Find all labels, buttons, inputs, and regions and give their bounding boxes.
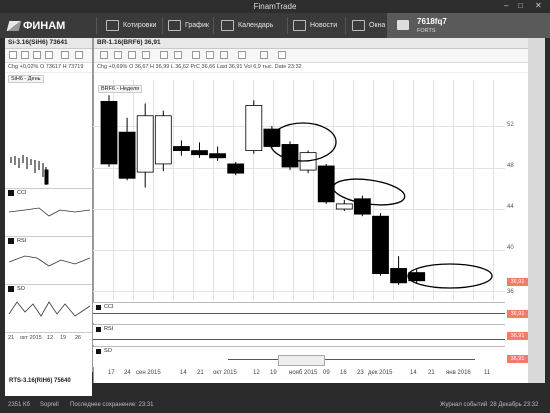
windows-icon [352, 20, 365, 31]
minimize-icon[interactable]: – [504, 1, 508, 10]
nav-quotes[interactable]: Котировки [106, 13, 156, 38]
chart-icon [168, 20, 181, 31]
x-label: 16 [340, 370, 347, 376]
left-chart-header: Si-3.16(SiH6) 73641 [5, 38, 92, 49]
x-label: дек 2015 [368, 370, 393, 376]
calendar-icon [221, 20, 234, 31]
main-chart-header: BR-1.16(BRF6) 36,91 [94, 38, 529, 49]
quotes-icon [106, 20, 119, 31]
left-chart-pane: Si-3.16(SiH6) 73641 Chg +0,02% O 73617 H… [5, 38, 93, 372]
tool-button[interactable] [220, 51, 228, 59]
tool-button[interactable] [206, 51, 214, 59]
price-tag: 36,91 [507, 278, 528, 286]
tool-button[interactable] [45, 51, 53, 59]
nav-chart[interactable]: График [168, 13, 209, 38]
price-tag: 36,91 [507, 332, 528, 340]
cci-pane: CCI [93, 302, 505, 323]
main-chart-info: Chg +0,69% O 36,67 H 36,99 L 36,62 PrC 3… [94, 63, 529, 73]
scroll-controls[interactable] [278, 355, 325, 366]
status-datetime: 28 Декабрь 23:32 [490, 402, 539, 408]
x-label: 21 [197, 370, 204, 376]
y-label: 48 [507, 163, 514, 169]
tool-button[interactable] [61, 51, 69, 59]
status-saved: Последнее сохранение: 23:31 [70, 402, 154, 408]
main-chart-title: BRF6 - Неделя [98, 85, 143, 93]
y-label: 36 [507, 289, 514, 295]
tool-button[interactable] [21, 51, 29, 59]
x-label: 17 [108, 370, 115, 376]
tool-button[interactable] [114, 51, 122, 59]
tool-button[interactable] [33, 51, 41, 59]
price-tag: 36,91 [507, 310, 528, 318]
price-tag: 36,91 [507, 355, 528, 363]
window-title: FinamTrade [253, 2, 297, 11]
x-label: 11 [484, 370, 491, 376]
tool-button[interactable] [75, 51, 83, 59]
tool-button[interactable] [278, 51, 286, 59]
left-chart-svg [10, 155, 49, 185]
tool-button[interactable] [128, 51, 136, 59]
tool-button[interactable] [260, 51, 268, 59]
tool-button[interactable] [100, 51, 108, 59]
main-chart-plot [93, 80, 505, 300]
title-bar: FinamTrade – □ ✕ [0, 0, 550, 13]
x-label: 23 [357, 370, 364, 376]
left-so-label: SO [5, 285, 92, 293]
briefcase-icon [397, 20, 409, 30]
nav-calendar[interactable]: Календарь [221, 13, 273, 38]
event-journal-link[interactable]: Журнал событий [440, 402, 487, 408]
x-label: 14 [410, 370, 417, 376]
status-bar: 2351 Кб Soprell Последнее сохранение: 23… [0, 398, 550, 413]
finam-logo: ФИНАМ [6, 13, 65, 38]
status-server: Soprell [40, 402, 59, 408]
tool-button[interactable] [160, 51, 168, 59]
x-label: окт 2015 [213, 370, 237, 376]
x-label: нояб 2015 [289, 370, 318, 376]
maximize-icon[interactable]: □ [518, 1, 523, 10]
x-label: 24 [124, 370, 131, 376]
tool-button[interactable] [142, 51, 150, 59]
left-chart-plot: SiH6 - День [5, 73, 92, 189]
y-label: 40 [507, 245, 514, 251]
account-sub: FORTS [417, 28, 436, 34]
x-label: 19 [270, 370, 277, 376]
tool-button[interactable] [192, 51, 200, 59]
left-cci-label: CCI [5, 189, 92, 197]
news-icon [293, 20, 306, 31]
left-chart-toolbar [5, 49, 92, 63]
tool-button[interactable] [174, 51, 182, 59]
x-label: сен 2015 [136, 370, 161, 376]
account-selector[interactable]: 7618fq7 FORTS [387, 13, 550, 38]
rts-tab[interactable]: RTS-3.16(RIH6) 75640 [5, 372, 92, 396]
account-id: 7618fq7 [417, 17, 447, 26]
left-rsi-label: RSI [5, 237, 92, 245]
y-label: 44 [507, 204, 514, 210]
tool-button[interactable] [9, 51, 17, 59]
x-label: 09 [323, 370, 330, 376]
left-rsi-svg [8, 255, 91, 267]
tool-button[interactable] [238, 51, 246, 59]
left-x-axis: 21 окт 2015 12 19 26 [8, 335, 82, 341]
nav-windows[interactable]: Окна [352, 13, 385, 38]
x-label: 21 [428, 370, 435, 376]
y-label: 52 [507, 122, 514, 128]
x-label: 14 [180, 370, 187, 376]
close-icon[interactable]: ✕ [535, 1, 542, 10]
hand-drawn-annotations [269, 122, 493, 289]
left-cci-svg [8, 207, 91, 217]
left-so-svg [8, 301, 91, 317]
x-label: 12 [253, 370, 260, 376]
left-chart-info: Chg +0,02% O 73617 H 73719 [5, 63, 92, 73]
right-strip [528, 38, 545, 383]
main-chart-toolbar [94, 49, 529, 63]
rsi-pane: RSI [93, 324, 505, 345]
status-bytes: 2351 Кб [8, 402, 30, 408]
nav-news[interactable]: Новости [293, 13, 337, 38]
x-label: янв 2016 [446, 370, 471, 376]
so-pane: SO [93, 346, 505, 367]
